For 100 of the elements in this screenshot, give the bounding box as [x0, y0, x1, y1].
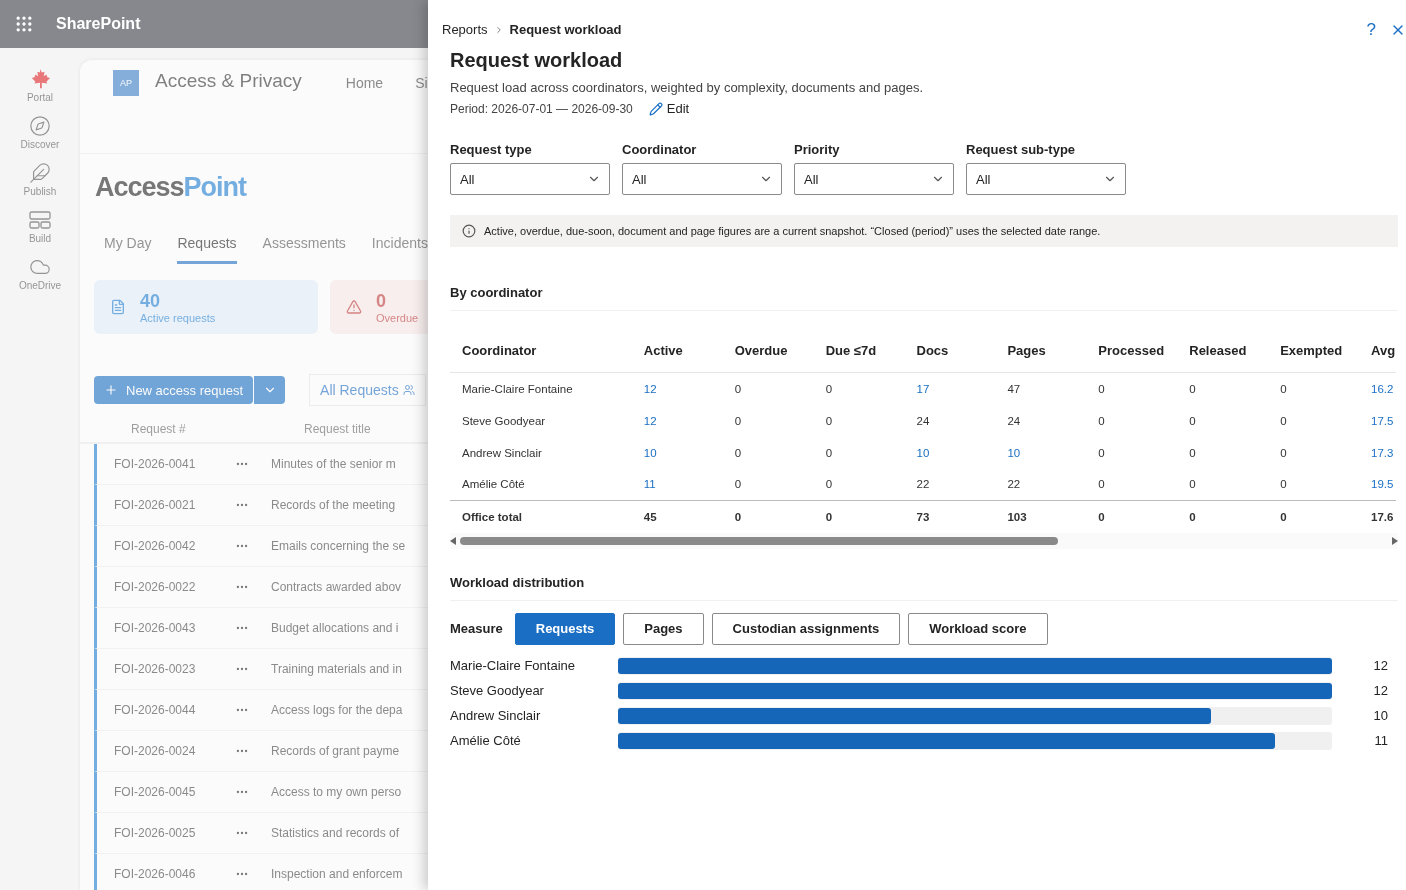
layout-icon	[29, 209, 51, 231]
info-text: Active, overdue, due-soon, document and page figures are a current snapshot. “Closed (period)” uses the selected date range.	[484, 225, 1101, 237]
new-request-button[interactable]: New access request	[94, 376, 254, 404]
period-text: Period: 2026-07-01 — 2026-09-30	[450, 101, 633, 116]
table-link[interactable]: 17.5	[1359, 404, 1396, 437]
people-icon	[402, 384, 415, 396]
panel-title: Request workload	[450, 49, 624, 72]
table-link[interactable]: 17.3	[1359, 436, 1396, 469]
request-title: Minutes of the senior m	[271, 457, 396, 471]
pencil-icon	[648, 101, 663, 116]
filter-label: Coordinator	[622, 142, 698, 157]
filter-dropdown[interactable]: All	[450, 163, 610, 195]
tab[interactable]: My Day	[104, 235, 152, 264]
request-id: FOI-2026-0045	[113, 785, 197, 799]
table-link[interactable]: 19.5	[1359, 468, 1396, 501]
request-title: Inspection and enforcem	[271, 867, 403, 881]
column-header: Docs	[904, 343, 996, 373]
column-header: Pages	[995, 343, 1087, 373]
rail-item[interactable]: Portal	[26, 68, 54, 103]
table-cell: 0	[813, 468, 905, 501]
table-cell: 0	[1177, 372, 1269, 405]
table-link[interactable]: 11	[631, 468, 723, 501]
total-cell: 0	[1177, 500, 1269, 533]
table-cell-text: 0	[824, 413, 834, 429]
measure-button[interactable]: Requests	[514, 612, 616, 645]
total-cell: 0	[813, 500, 905, 533]
measure-button[interactable]: Workload score	[908, 612, 1048, 645]
request-title: Records of the meeting	[271, 498, 396, 512]
document-icon	[110, 299, 126, 315]
table-cell-text: 0	[733, 445, 743, 461]
table-link[interactable]: 10	[995, 436, 1087, 469]
site-logo: AP	[113, 70, 139, 96]
warning-icon	[346, 299, 362, 315]
table-cell-text: 0	[1097, 445, 1106, 461]
bar-value: 12	[1372, 658, 1388, 673]
edit-button[interactable]: Edit	[648, 101, 690, 116]
horizontal-scrollbar[interactable]	[450, 532, 1398, 549]
bar-value: 10	[1372, 708, 1388, 723]
table-link[interactable]: 10	[631, 436, 723, 469]
request-id: FOI-2026-0041	[113, 457, 197, 471]
request-title: Statistics and records of	[271, 826, 400, 840]
column-header: Overdue	[722, 343, 814, 373]
table-link[interactable]: 12	[631, 372, 723, 405]
nav-link[interactable]: Home	[345, 75, 384, 91]
panel-description: Request load across coordinators, weighted by complexity, documents and pages.	[450, 80, 925, 95]
measure-button[interactable]: Pages	[623, 612, 704, 645]
help-button[interactable]: ?	[1366, 20, 1376, 40]
filter-label: Priority	[794, 142, 841, 157]
bar-label: Andrew Sinclair	[450, 708, 542, 723]
request-id: FOI-2026-0042	[113, 539, 197, 553]
table-cell-text: 0	[1279, 413, 1288, 429]
filter-label: Request sub-type	[966, 142, 1077, 157]
filter-dropdown[interactable]: All	[622, 163, 782, 195]
tab[interactable]: Requests	[177, 235, 237, 264]
app-launcher-icon[interactable]	[14, 14, 34, 34]
table-cell: Amélie Côté	[450, 468, 632, 501]
request-title: Budget allocations and i	[271, 621, 399, 635]
table-cell-text: 0	[1188, 445, 1197, 461]
tab[interactable]: Incidents	[371, 235, 428, 264]
rail-item[interactable]: Build	[28, 209, 52, 244]
filter-dropdown[interactable]: All	[794, 163, 954, 195]
table-cell-text: 24	[1006, 413, 1022, 429]
column-header: Coordinator	[450, 343, 632, 373]
column-header: Avg	[1359, 343, 1396, 373]
pen-icon	[29, 162, 51, 184]
tab[interactable]: Assessments	[262, 235, 346, 264]
view-button[interactable]: All Requests	[309, 374, 426, 406]
brand-logo: AccessPoint	[94, 171, 248, 203]
bar-value: 12	[1372, 683, 1388, 698]
bar-label: Amélie Côté	[450, 733, 522, 748]
total-cell: 45	[631, 500, 723, 533]
measure-label: Measure	[450, 621, 503, 636]
total-cell: 0	[722, 500, 814, 533]
rail-item[interactable]: Publish	[23, 162, 57, 197]
table-link[interactable]: 12	[631, 404, 723, 437]
rail-item[interactable]: Discover	[20, 115, 60, 150]
table-cell: 22	[904, 468, 996, 501]
section-title: Workload distribution	[450, 574, 1398, 601]
breadcrumb-link[interactable]: Reports	[442, 22, 488, 37]
filter-dropdown[interactable]: All	[966, 163, 1126, 195]
table-link[interactable]: 16.2	[1359, 372, 1396, 405]
table-link[interactable]: 17	[904, 372, 996, 405]
stat-label: Overdue	[376, 311, 419, 324]
request-id: FOI-2026-0043	[113, 621, 197, 635]
dropdown-button[interactable]	[253, 376, 286, 404]
scroll-left-icon[interactable]	[450, 536, 456, 545]
table-cell: 22	[995, 468, 1087, 501]
stat-label: Active requests	[140, 311, 216, 324]
rail-item[interactable]: OneDrive	[18, 256, 62, 291]
table-cell: 0	[1268, 468, 1360, 501]
breadcrumb-link[interactable]: Request workload	[509, 22, 622, 37]
column-header: Released	[1177, 343, 1269, 373]
scroll-right-icon[interactable]	[1392, 536, 1398, 545]
request-title: Contracts awarded abov	[271, 580, 402, 594]
table-cell: Marie-Claire Fontaine	[450, 372, 632, 405]
table-link[interactable]: 10	[904, 436, 996, 469]
nav-link[interactable]: Si	[415, 75, 428, 91]
table-cell-text: 0	[1279, 445, 1288, 461]
measure-button[interactable]: Custodian assignments	[711, 612, 901, 645]
total-cell: 0	[1268, 500, 1360, 533]
